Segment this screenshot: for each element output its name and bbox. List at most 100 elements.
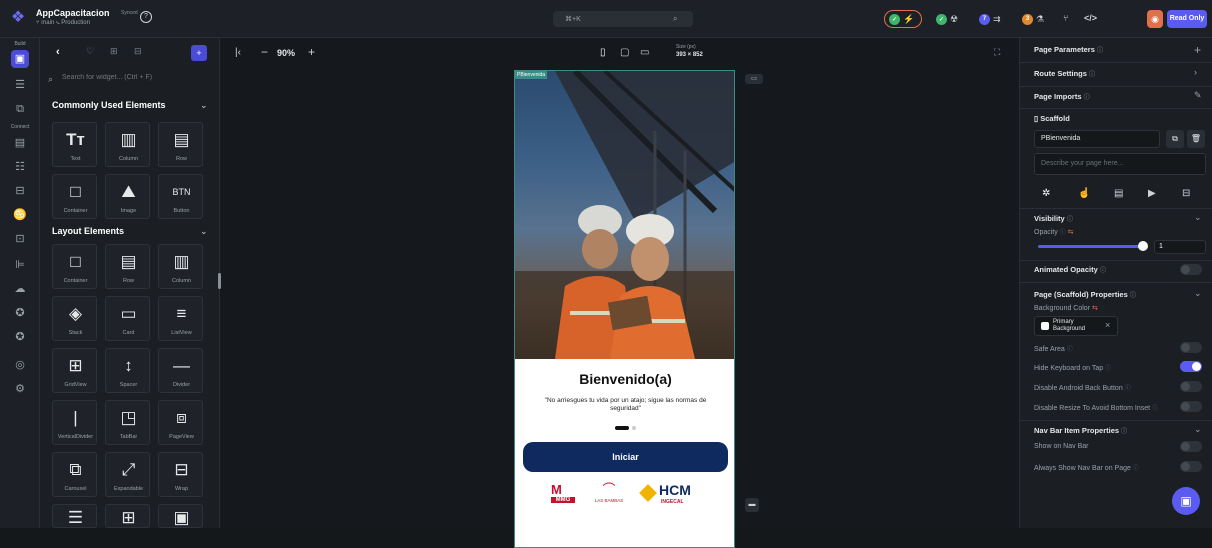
api-icon[interactable]: ☷ xyxy=(11,158,29,176)
widget-tile-row[interactable]: ▤ Row xyxy=(158,122,203,167)
custom-code-icon[interactable]: ⊫ xyxy=(11,256,29,274)
filter-tab-icon[interactable]: ♡ xyxy=(86,46,94,57)
issues-pill[interactable]: ✓ ☢ xyxy=(932,10,968,28)
animations-tab-icon[interactable]: ▶ xyxy=(1148,188,1156,199)
widget-tile-listview[interactable]: ≡ ListView xyxy=(158,296,203,341)
widget-tile-row[interactable]: ▤ Row xyxy=(105,244,150,289)
firestore-icon[interactable]: ▤ xyxy=(11,134,29,152)
collapse-panel-icon[interactable]: |‹ xyxy=(235,47,241,58)
page-parameters-header[interactable]: Page Parameters ⓘ xyxy=(1034,45,1103,54)
page-indicator[interactable] xyxy=(615,426,637,430)
widget-tree-icon[interactable]: ☰ xyxy=(11,76,29,94)
widget-tile-card[interactable]: ▭ Card xyxy=(105,296,150,341)
marketplace-icon[interactable]: ◎ xyxy=(11,356,29,374)
opacity-slider-track[interactable] xyxy=(1038,245,1142,248)
command-palette[interactable]: ⌘+K ⌕ xyxy=(553,11,693,27)
code-icon[interactable]: </> xyxy=(1084,13,1097,23)
phone-device-icon[interactable]: ▯ xyxy=(600,47,606,58)
actions-tab-icon[interactable]: ☝ xyxy=(1078,188,1090,199)
visibility-header[interactable]: Visibility ⓘ xyxy=(1034,214,1073,223)
settings-gear-icon[interactable]: ⚙ xyxy=(11,380,29,398)
properties-tab-icon[interactable]: ✲ xyxy=(1042,188,1050,199)
widget-tile-pageview[interactable]: ⧈ PageView xyxy=(158,400,203,445)
copy-icon[interactable]: ⧉ xyxy=(1166,130,1184,148)
widget-tile-stack[interactable]: ◈ Stack xyxy=(52,296,97,341)
trash-icon[interactable]: 🗑 xyxy=(1187,130,1205,148)
device-options-icon[interactable]: ▭ xyxy=(745,74,763,84)
widget-tile-carousel[interactable]: ⧉ Carousel xyxy=(52,452,97,497)
widget-tile-more[interactable]: ☰ xyxy=(52,504,97,528)
widget-tile-column[interactable]: ▥ Column xyxy=(158,244,203,289)
preview-eye-icon[interactable]: ◉ xyxy=(1147,10,1163,28)
flutterflow-icon[interactable]: ❖ xyxy=(8,8,28,28)
widget-tile-wrap[interactable]: ⊟ Wrap xyxy=(158,452,203,497)
always-show-nav-toggle[interactable] xyxy=(1180,461,1202,472)
widget-tile-container[interactable]: □ Container xyxy=(52,244,97,289)
disable-resize-toggle[interactable] xyxy=(1180,401,1202,412)
animated-opacity-toggle[interactable] xyxy=(1180,264,1202,275)
clear-icon[interactable]: × xyxy=(1105,320,1110,330)
add-widget-button[interactable]: + xyxy=(191,45,207,61)
widget-tile-verticaldivider[interactable]: | VerticalDivider xyxy=(52,400,97,445)
ai-status-pill[interactable]: ✓ ⚡ xyxy=(884,10,922,28)
widget-tile-button[interactable]: BTN Button xyxy=(158,174,203,219)
theme-icon[interactable]: ♋ xyxy=(11,206,29,224)
start-button[interactable]: Iniciar xyxy=(523,442,728,472)
chevron-down-icon[interactable]: ⌄ xyxy=(1194,424,1202,435)
nav-bar-properties-header[interactable]: Nav Bar Item Properties ⓘ xyxy=(1034,426,1127,435)
add-icon[interactable]: + xyxy=(1194,43,1201,57)
desktop-device-icon[interactable]: ▭ xyxy=(640,47,649,58)
size-value[interactable]: 393 × 852 xyxy=(676,52,703,58)
phone-preview[interactable]: PBienvenida Bienvenido(a) "No arriesgues… xyxy=(514,70,735,548)
backend-tab-icon[interactable]: ▤ xyxy=(1114,188,1123,199)
warnings-pill[interactable]: 7 ⇉ xyxy=(975,10,1011,28)
chevron-down-icon[interactable]: ⌄ xyxy=(200,100,208,111)
widget-tile-container[interactable]: □ Container xyxy=(52,174,97,219)
agent-icon[interactable]: ✪ xyxy=(11,304,29,322)
widget-tile-more[interactable]: ▣ xyxy=(158,504,203,528)
back-arrow-icon[interactable]: ‹ xyxy=(56,46,60,58)
plugin-icon[interactable]: ✪ xyxy=(11,328,29,346)
support-chat-icon[interactable]: ▣ xyxy=(1172,487,1200,515)
route-settings-header[interactable]: Route Settings ⓘ xyxy=(1034,69,1095,78)
widget-tile-expandable[interactable]: ⤢ Expandable xyxy=(105,452,150,497)
page-description-input[interactable]: Describe your page here... xyxy=(1034,153,1206,175)
widget-tile-text[interactable]: Tт Text xyxy=(52,122,97,167)
read-only-button[interactable]: Read Only xyxy=(1167,10,1207,28)
widget-tile-gridview[interactable]: ⊞ GridView xyxy=(52,348,97,393)
widget-palette-icon[interactable]: ▣ xyxy=(11,50,29,68)
widget-tile-more[interactable]: ⊞ xyxy=(105,504,150,528)
app-state-icon[interactable]: ⊟ xyxy=(11,182,29,200)
project-name[interactable]: AppCapacitacion xyxy=(36,8,110,18)
widget-tile-divider[interactable]: — Divider xyxy=(158,348,203,393)
chevron-down-icon[interactable]: ⌄ xyxy=(200,226,208,237)
widget-tile-image[interactable]: ⛰ Image xyxy=(105,174,150,219)
disable-back-toggle[interactable] xyxy=(1180,381,1202,392)
hide-keyboard-toggle[interactable] xyxy=(1180,361,1202,372)
zoom-level[interactable]: 90% xyxy=(277,48,295,58)
branch-info[interactable]: ⑂ main ✎ Production xyxy=(36,20,90,26)
opacity-value-field[interactable]: 1 xyxy=(1154,240,1206,254)
page-imports-header[interactable]: Page Imports ⓘ xyxy=(1034,92,1090,101)
fit-screen-icon[interactable]: ⛶ xyxy=(994,47,1000,58)
zoom-out-button[interactable]: − xyxy=(261,45,268,59)
edit-icon[interactable]: ✎ xyxy=(1194,90,1202,101)
opacity-slider-knob[interactable] xyxy=(1138,241,1148,251)
keyboard-toggle-icon[interactable]: ▬ xyxy=(745,498,759,512)
cloud-icon[interactable]: ☁ xyxy=(11,280,29,298)
media-icon[interactable]: ⊡ xyxy=(11,230,29,248)
help-icon[interactable]: ? xyxy=(140,11,152,23)
library-tab-icon[interactable]: ⊟ xyxy=(134,46,142,57)
background-color-chip[interactable]: Primary Background × xyxy=(1034,316,1118,336)
variable-icon[interactable]: ⇆ xyxy=(1068,229,1074,236)
variable-icon[interactable]: ⇆ xyxy=(1092,305,1098,312)
state-tab-icon[interactable]: ⊟ xyxy=(1182,188,1190,199)
tablet-device-icon[interactable]: ▢ xyxy=(620,47,629,58)
page-name-field[interactable]: PBienvenida xyxy=(1034,130,1160,148)
storyboard-icon[interactable]: ⧉ xyxy=(11,100,29,118)
safe-area-toggle[interactable] xyxy=(1180,342,1202,353)
widget-tile-column[interactable]: ▥ Column xyxy=(105,122,150,167)
show-nav-toggle[interactable] xyxy=(1180,441,1202,452)
chevron-down-icon[interactable]: ⌄ xyxy=(1194,212,1202,223)
widget-search-input[interactable] xyxy=(62,74,212,81)
